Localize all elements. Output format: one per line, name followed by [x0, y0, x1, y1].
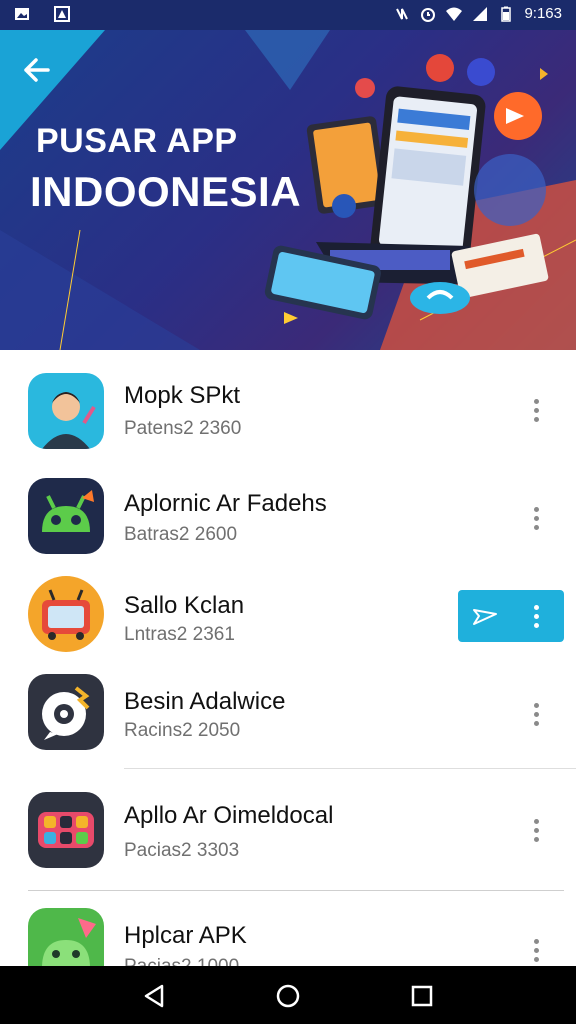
- app-name: Mopk SPkt: [124, 382, 241, 409]
- row-action-chip[interactable]: [458, 590, 564, 642]
- list-item[interactable]: Apllo Ar Oimeldocal Pacias2 3303: [0, 790, 576, 880]
- hero-title-line2: INDOONESIA: [30, 168, 302, 215]
- android-app-icon: [28, 478, 104, 554]
- app-list: Mopk SPkt Patens2 2360 Aplornic Ar Fadeh…: [0, 350, 576, 966]
- app-subtitle: Racins2 2050: [124, 720, 241, 741]
- more-vert-icon[interactable]: [522, 498, 550, 538]
- app-name: Besin Adalwice: [124, 688, 286, 715]
- divider: [124, 768, 576, 769]
- app-subtitle: Batras2 2600: [124, 524, 238, 545]
- hero-title-line1: PUSAR APP: [36, 122, 238, 160]
- more-vert-icon[interactable]: [522, 810, 550, 850]
- navigation-bar: [0, 966, 576, 1024]
- app-subtitle: Patens2 2360: [124, 418, 242, 439]
- robot-app-icon: [28, 576, 104, 652]
- app-avatar-icon: [28, 373, 104, 449]
- app-name: Hplcar APK: [124, 922, 247, 949]
- app-subtitle: Pacias2 3303: [124, 840, 240, 861]
- more-vert-icon[interactable]: [522, 930, 550, 966]
- nav-home-icon[interactable]: [274, 982, 302, 1010]
- nfc-icon: [396, 8, 409, 19]
- list-item[interactable]: Hplcar APK Pacias2 1000: [0, 908, 576, 966]
- app-subtitle: Pacias2 1000: [124, 956, 239, 966]
- divider: [28, 890, 564, 891]
- camera-app-icon: [28, 674, 104, 750]
- signal-icon: [473, 6, 488, 21]
- more-vert-icon[interactable]: [522, 390, 550, 430]
- app-name: Apllo Ar Oimeldocal: [124, 802, 334, 829]
- app-subtitle: Lntras2 2361: [124, 624, 235, 645]
- more-vert-icon[interactable]: [522, 694, 550, 734]
- photo-notification-icon: [54, 6, 70, 22]
- hero-banner: PUSAR APP INDOONESIA: [0, 30, 576, 350]
- nav-back-icon[interactable]: [140, 982, 168, 1010]
- nav-recents-icon[interactable]: [408, 982, 436, 1010]
- status-time: 9:163: [524, 5, 562, 22]
- alarm-icon: [421, 7, 436, 22]
- list-item[interactable]: Mopk SPkt Patens2 2360: [0, 370, 576, 458]
- send-icon[interactable]: [472, 604, 498, 628]
- gallery-notification-icon: [15, 8, 29, 20]
- back-arrow-icon[interactable]: [18, 50, 58, 90]
- grid-app-icon: [28, 792, 104, 868]
- app-name: Sallo Kclan: [124, 592, 245, 619]
- status-bar: 9:163: [0, 0, 576, 30]
- more-vert-icon[interactable]: [528, 600, 544, 632]
- wifi-icon: [446, 7, 463, 21]
- app-name: Aplornic Ar Fadehs: [124, 490, 327, 517]
- list-item[interactable]: Aplornic Ar Fadehs Batras2 2600: [0, 476, 576, 564]
- battery-icon: [501, 6, 512, 22]
- list-item[interactable]: Besin Adalwice Racins2 2050: [0, 672, 576, 760]
- android-app-icon: [28, 908, 104, 966]
